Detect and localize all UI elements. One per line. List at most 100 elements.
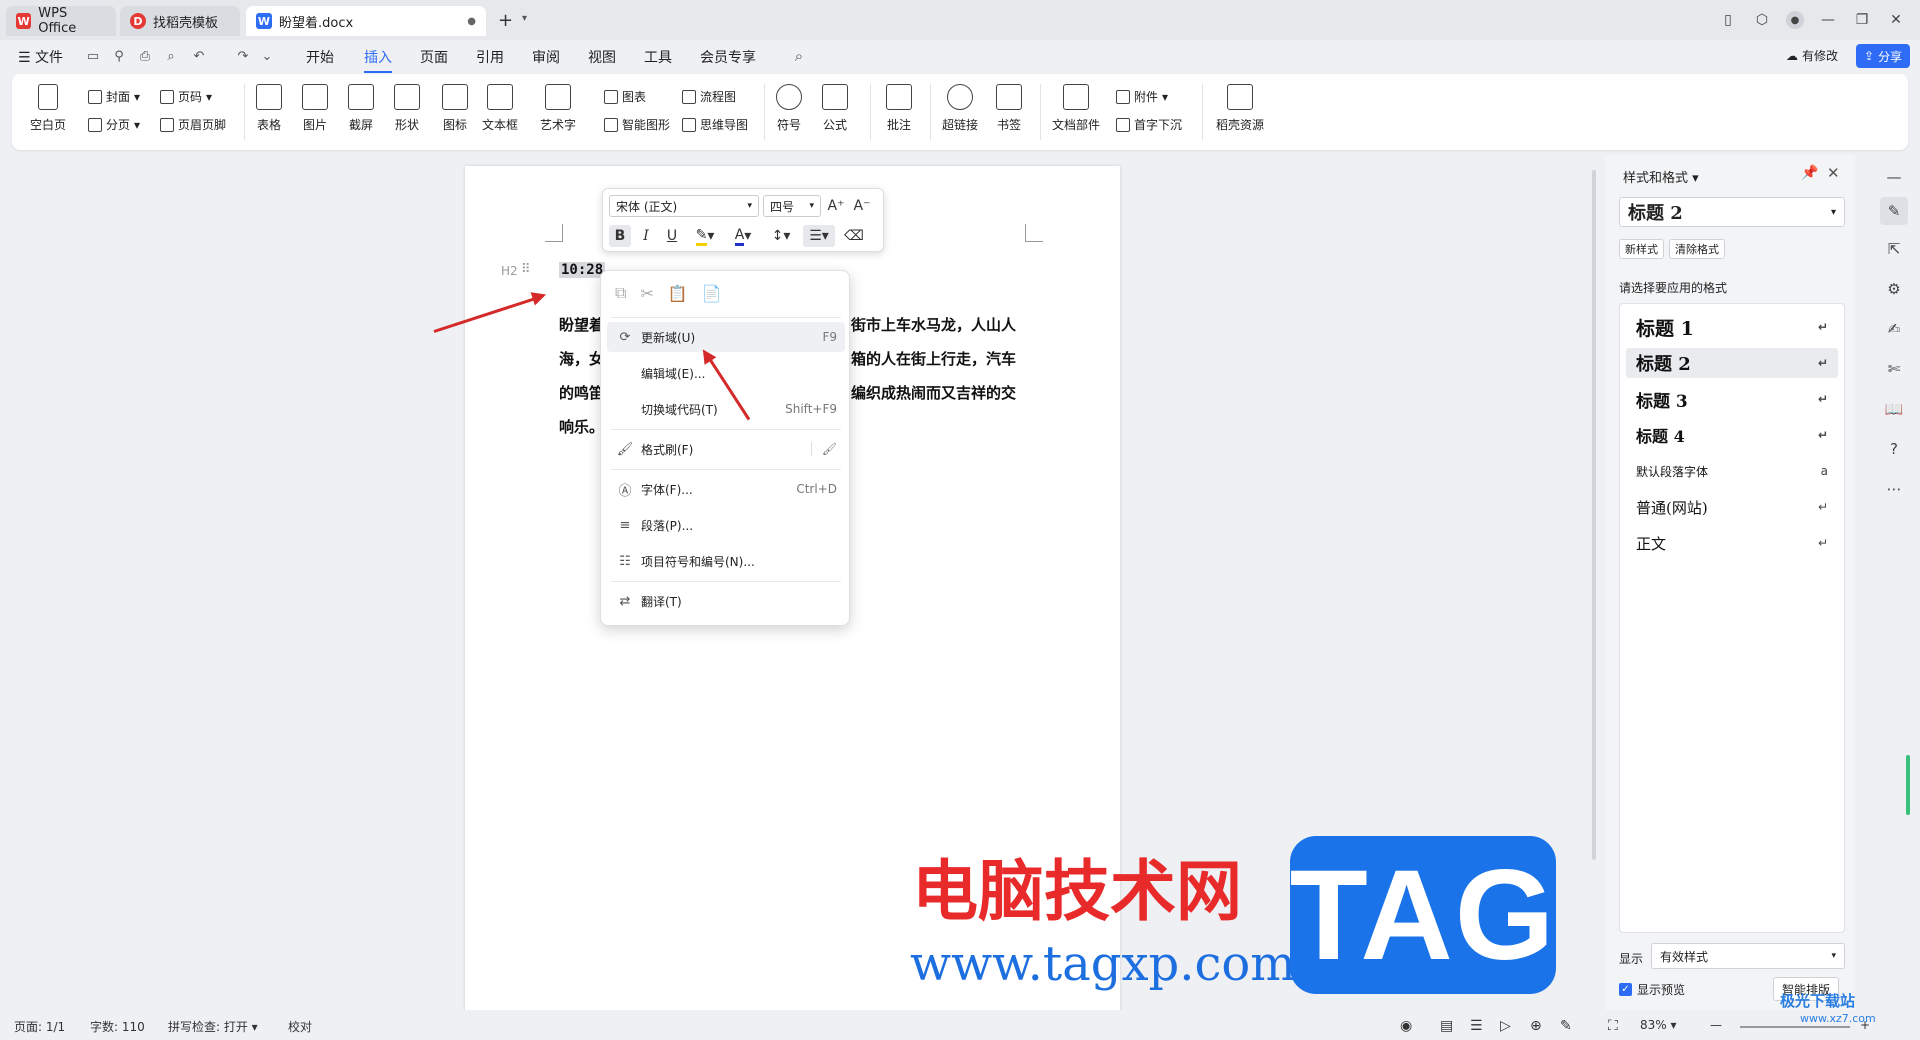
flowchart-button[interactable]: 流程图 xyxy=(682,88,736,105)
style-item-normal-web[interactable]: 普通(网站) ↵ xyxy=(1626,492,1838,522)
menu-tab-home[interactable]: 开始 xyxy=(306,47,334,67)
close-panel-icon[interactable]: ✕ xyxy=(1827,164,1840,182)
menu-tab-view[interactable]: 视图 xyxy=(588,47,616,67)
doc-line-1-right[interactable]: 街市上车水马龙，人山人 xyxy=(851,314,1016,335)
picture-button[interactable]: 图片 xyxy=(302,84,328,133)
close-icon[interactable]: ✕ xyxy=(1886,10,1906,30)
print-icon[interactable]: ⎙ xyxy=(136,47,154,65)
menu-tab-tools[interactable]: 工具 xyxy=(644,47,672,67)
style-item-heading-1[interactable]: 标题 1 ↵ xyxy=(1626,312,1838,342)
comment-button[interactable]: 批注 xyxy=(886,84,912,133)
unsaved-dot-icon[interactable]: ● xyxy=(467,16,476,27)
menu-item-bullets-numbering[interactable]: ☷ 项目符号和编号(N)... xyxy=(607,546,845,576)
cover-button[interactable]: 封面 ▾ xyxy=(88,88,140,105)
highlight-icon[interactable]: ✎ ▾ xyxy=(689,225,721,247)
outline-view-icon[interactable]: ☰ xyxy=(1470,1018,1483,1034)
redo-icon[interactable]: ↷ xyxy=(234,47,252,65)
more-chevron-icon[interactable]: ⌄ xyxy=(258,47,276,65)
chart-button[interactable]: 图表 xyxy=(604,88,646,105)
share-button[interactable]: ⇪ 分享 xyxy=(1856,44,1911,68)
minimize-icon[interactable]: — xyxy=(1818,10,1838,30)
line-spacing-icon[interactable]: ↕▾ xyxy=(765,225,797,247)
menu-tab-reference[interactable]: 引用 xyxy=(476,47,504,67)
doc-parts-button[interactable]: 文档部件 xyxy=(1052,84,1100,133)
bookmark-button[interactable]: 书签 xyxy=(996,84,1022,133)
align-icon[interactable]: ☰▾ xyxy=(803,225,835,247)
undo-icon[interactable]: ↶ xyxy=(190,47,208,65)
pin-icon[interactable]: 📌 xyxy=(1801,165,1818,181)
layout-icon[interactable]: ▯ xyxy=(1718,10,1738,30)
clear-format-button[interactable]: 清除格式 xyxy=(1669,239,1725,259)
fit-icon[interactable]: ⛶ xyxy=(1608,1018,1618,1034)
page-count[interactable]: 页面: 1/1 xyxy=(14,1018,65,1035)
zoom-level[interactable]: 83% ▾ xyxy=(1640,1018,1677,1032)
cut-icon[interactable]: ✂ xyxy=(640,284,653,303)
menu-tab-insert[interactable]: 插入 xyxy=(364,47,392,73)
menu-tab-review[interactable]: 审阅 xyxy=(532,47,560,67)
cube-icon[interactable]: ⬡ xyxy=(1752,10,1772,30)
current-style-select[interactable]: 标题 2 ▾ xyxy=(1619,197,1845,227)
menu-file[interactable]: ☰ 文件 xyxy=(18,47,63,67)
ai-write-icon[interactable]: ✍ xyxy=(1884,319,1904,339)
font-size-select[interactable]: 四号 ▾ xyxy=(763,195,821,217)
font-color-icon[interactable]: A ▾ xyxy=(727,225,759,247)
more-icon[interactable]: ⋯ xyxy=(1884,479,1904,499)
font-family-select[interactable]: 宋体 (正文) ▾ xyxy=(609,195,759,217)
menu-tab-page[interactable]: 页面 xyxy=(420,47,448,67)
page-break-button[interactable]: 分页 ▾ xyxy=(88,116,140,133)
menu-tab-member[interactable]: 会员专享 xyxy=(700,47,756,67)
tab-docer[interactable]: D 找稻壳模板 xyxy=(120,6,240,36)
tab-wps-office[interactable]: W WPS Office xyxy=(6,6,116,36)
attachment-button[interactable]: 附件 ▾ xyxy=(1116,88,1168,105)
word-count[interactable]: 字数: 110 xyxy=(90,1018,145,1035)
shape-button[interactable]: 形状 xyxy=(394,84,420,133)
menu-item-font[interactable]: Ⓐ 字体(F)... Ctrl+D xyxy=(607,474,845,504)
select-cursor-icon[interactable]: ⇱ xyxy=(1884,239,1904,259)
icon-button[interactable]: 图标 xyxy=(442,84,468,133)
style-item-default-font[interactable]: 默认段落字体 a xyxy=(1626,456,1838,486)
scroll-thumb[interactable] xyxy=(1592,170,1596,860)
eraser-icon[interactable]: ⌫ xyxy=(843,225,865,247)
menu-item-translate[interactable]: ⇄ 翻译(T) xyxy=(607,586,845,616)
drop-cap-button[interactable]: 首字下沉 xyxy=(1116,116,1182,133)
modified-status[interactable]: ☁ 有修改 xyxy=(1786,47,1838,64)
menu-item-paragraph[interactable]: ≡ 段落(P)... xyxy=(607,510,845,540)
italic-button[interactable]: I xyxy=(635,225,657,247)
print-preview-icon[interactable]: ⌕ xyxy=(162,47,180,65)
blank-page-button[interactable]: 空白页 xyxy=(30,84,66,133)
menu-item-update-field[interactable]: ⟳ 更新域(U) F9 xyxy=(607,322,845,352)
bold-button[interactable]: B xyxy=(609,225,631,247)
header-footer-button[interactable]: 页眉页脚 xyxy=(160,116,226,133)
tab-list-chevron-icon[interactable]: ▾ xyxy=(522,13,527,24)
tab-document[interactable]: W 盼望着.docx ● xyxy=(246,6,486,36)
tools-icon[interactable]: ✄ xyxy=(1884,359,1904,379)
copy-icon[interactable]: ⧉ xyxy=(615,283,626,303)
doc-line-3-left[interactable]: 的鸣笛 xyxy=(559,382,604,403)
symbol-button[interactable]: 符号 xyxy=(776,84,802,133)
new-style-button[interactable]: 新样式 xyxy=(1619,239,1664,259)
docer-resources-button[interactable]: 稻壳资源 xyxy=(1216,84,1264,133)
page-view-icon[interactable]: ▤ xyxy=(1440,1018,1453,1034)
mindmap-button[interactable]: 思维导图 xyxy=(682,116,748,133)
link-icon[interactable]: ⚲ xyxy=(110,47,128,65)
panel-title[interactable]: 样式和格式 ▾ xyxy=(1623,167,1699,186)
help-icon[interactable]: ? xyxy=(1884,439,1904,459)
increase-font-icon[interactable]: A⁺ xyxy=(825,195,847,217)
search-icon[interactable]: ⌕ xyxy=(790,47,808,65)
menu-item-toggle-field-code[interactable]: 切换域代码(T) Shift+F9 xyxy=(607,394,845,424)
paste-special-icon[interactable]: 📄 xyxy=(702,284,722,303)
new-tab-button[interactable]: + xyxy=(498,10,513,31)
spell-check[interactable]: 拼写检查: 打开 ▾ xyxy=(168,1018,258,1035)
proofread[interactable]: 校对 xyxy=(288,1018,312,1035)
save-icon[interactable]: ▭ xyxy=(84,47,102,65)
style-item-body[interactable]: 正文 ↵ xyxy=(1626,528,1838,558)
doc-line-2-left[interactable]: 海，女 xyxy=(559,348,604,369)
show-filter-select[interactable]: 有效样式 ▾ xyxy=(1651,943,1845,969)
table-button[interactable]: 表格 xyxy=(256,84,282,133)
adjust-icon[interactable]: ⚙ xyxy=(1884,279,1904,299)
pen-icon[interactable]: ✎ xyxy=(1560,1018,1572,1034)
time-field[interactable]: 10:28 xyxy=(559,262,606,278)
doc-line-1-left[interactable]: 盼望着 xyxy=(559,314,604,335)
paste-icon[interactable]: 📋 xyxy=(668,284,688,303)
document-scrollbar[interactable] xyxy=(1590,160,1598,870)
